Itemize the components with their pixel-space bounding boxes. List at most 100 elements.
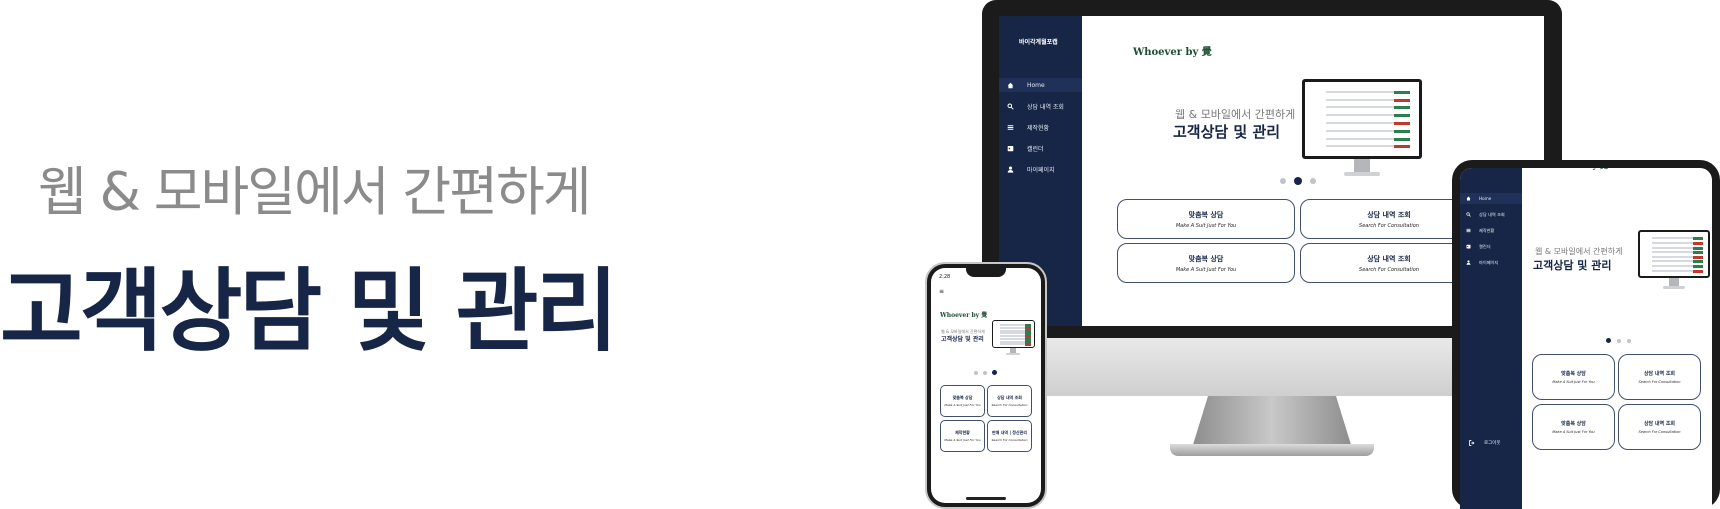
desktop-monitor-stand [1192, 396, 1352, 448]
banner-monitor-illustration [1638, 230, 1710, 296]
mini-status-tag [1393, 137, 1410, 141]
menu-card-title: 맞춤복 상담 [952, 395, 973, 401]
sidebar-item-label: 캘린더 [1027, 145, 1044, 153]
menu-card-subtitle: Make A Suit Just For You [1552, 429, 1595, 434]
logout-label: 로그아웃 [1484, 441, 1501, 446]
phone-notch [966, 268, 1006, 277]
mini-status-tag [1393, 114, 1410, 118]
carousel-dot[interactable] [1280, 178, 1286, 184]
sidebar-item[interactable]: 캘린더 [1460, 241, 1522, 252]
mini-status-tag [1693, 251, 1703, 255]
sidebar-item[interactable]: 상담 내역 조회 [1460, 209, 1522, 220]
mini-status-tag [1693, 260, 1703, 264]
mini-status-tag [1393, 145, 1410, 149]
list-icon [1466, 228, 1471, 233]
mini-status-tag [1393, 106, 1410, 110]
sidebar-item[interactable]: 제작현황 [1460, 225, 1522, 236]
banner-monitor-illustration [992, 320, 1035, 360]
menu-card[interactable]: 맞춤복 상담 Make A Suit Just For You [1532, 404, 1615, 450]
carousel-dot[interactable] [974, 370, 978, 375]
sidebar-item[interactable]: Home [999, 78, 1082, 92]
sidebar-item[interactable]: 마이페이지 [1460, 257, 1522, 268]
user-icon [1007, 166, 1014, 173]
search-icon [1466, 212, 1471, 217]
sidebar-brand: 바이각계월포캡 [1475, 168, 1504, 169]
menu-card[interactable]: 상담 내역 조회 Search For Consultation [1618, 354, 1701, 400]
sidebar-item-label: Home [1479, 196, 1492, 201]
tablet-screen: 바이각계월포캡 Home상담 내역 조회제작현황캘린더마이페이지 로그아웃 Wh… [1460, 168, 1712, 509]
search-icon [1007, 102, 1014, 110]
menu-card[interactable]: 상담 내역 조회 Search For Consultation [987, 385, 1032, 417]
menu-card-title: 제작현황 [955, 430, 970, 436]
sidebar-item-label: 상담 내역 조회 [1027, 103, 1064, 111]
mini-monitor-screen [1638, 230, 1710, 278]
menu-card-title: 맞춤복 상담 [1561, 371, 1586, 378]
banner-subtitle: 웹 & 모바일에서 간편하게 [1535, 247, 1623, 256]
sidebar-item-label: 제작현황 [1027, 124, 1050, 132]
banner-title: 고객상담 및 관리 [1173, 123, 1281, 141]
mini-status-tag [1693, 241, 1703, 245]
mini-status-tag [1393, 98, 1410, 102]
calendar-icon [1466, 244, 1471, 249]
menu-card-subtitle: Search For Consultation [1638, 379, 1681, 384]
sidebar-item[interactable]: 마이페이지 [999, 162, 1082, 176]
menu-card-title: 상담 내역 조회 [1643, 421, 1676, 428]
menu-card-subtitle: Make A Suit Just For You [1552, 379, 1595, 384]
desktop-monitor-base [1170, 444, 1374, 456]
mini-status-tag [1393, 90, 1410, 94]
menu-card[interactable]: 맞춤복 상담 Make A Suit Just For You [1117, 199, 1295, 239]
menu-card-subtitle: Make A Suit Just For You [944, 402, 981, 407]
carousel-dot[interactable] [992, 370, 997, 375]
menu-card-subtitle: Search For Consultation [1638, 429, 1681, 434]
sidebar-item-label: 캘린더 [1479, 243, 1491, 249]
mini-monitor-screen [992, 320, 1035, 348]
calendar-icon [1007, 145, 1014, 152]
mini-status-tag [1693, 246, 1703, 250]
logout-button[interactable]: 로그아웃 [1460, 437, 1522, 449]
phone-screen: 2:28 ≡ Whoever by 覺 웹 & 모바일에서 간편하게 고객상담 … [931, 268, 1041, 503]
carousel-dot[interactable] [1627, 338, 1631, 343]
mini-status-tag [1693, 265, 1703, 268]
sidebar-item[interactable]: Home [1460, 193, 1522, 204]
carousel-dot[interactable] [1294, 177, 1302, 185]
menu-card-subtitle: Search For Consultation [991, 402, 1028, 407]
home-icon [1466, 196, 1471, 201]
sidebar-item[interactable]: 상담 내역 조회 [999, 99, 1082, 113]
menu-card[interactable]: 제작현황 Make A Suit Just For You [940, 420, 985, 452]
menu-card-subtitle: Make A Suit Just For You [1175, 222, 1237, 229]
app-logo[interactable]: Whoever by 覺 [1545, 168, 1608, 171]
menu-card-title: 판매 내역 | 정산관리 [991, 430, 1028, 436]
menu-card-title: 맞춤복 상담 [1561, 421, 1586, 428]
menu-card[interactable]: 맞춤복 상담 Make A Suit Just For You [1532, 354, 1615, 400]
user-icon [1466, 260, 1471, 265]
carousel-dot[interactable] [1606, 338, 1611, 343]
menu-card-subtitle: Make A Suit Just For You [944, 437, 981, 442]
sidebar-item-label: 마이페이지 [1479, 259, 1499, 265]
banner-title: 고객상담 및 관리 [1533, 259, 1612, 272]
carousel-dots [1280, 177, 1316, 185]
menu-card[interactable]: 맞춤복 상담 Make A Suit Just For You [940, 385, 985, 417]
menu-card-subtitle: Search For Consultation [1359, 266, 1419, 273]
menu-card-title: 맞춤복 상담 [1188, 210, 1224, 219]
mini-status-tag [1025, 343, 1031, 347]
carousel-dots [974, 370, 997, 375]
banner-title: 고객상담 및 관리 [941, 336, 984, 343]
mini-monitor-base [1344, 172, 1380, 176]
menu-card[interactable]: 판매 내역 | 정산관리 Search For Consultation [987, 420, 1032, 452]
sidebar-item[interactable]: 캘린더 [999, 141, 1082, 155]
hamburger-menu-icon[interactable]: ≡ [939, 288, 944, 295]
mini-status-tag [1693, 255, 1703, 259]
hero-title: 고객상담 및 관리 [0, 259, 618, 364]
carousel-dots [1606, 338, 1631, 343]
menu-card[interactable]: 맞춤복 상담 Make A Suit Just For You [1117, 243, 1295, 283]
menu-card-title: 상담 내역 조회 [1367, 254, 1411, 263]
app-logo[interactable]: Whoever by 覺 [1133, 43, 1212, 58]
carousel-dot[interactable] [983, 370, 987, 375]
sidebar-item[interactable]: 제작현황 [999, 120, 1082, 134]
carousel-dot[interactable] [1617, 338, 1621, 343]
banner-monitor-illustration [1302, 79, 1422, 189]
carousel-dot[interactable] [1310, 178, 1316, 184]
app-logo[interactable]: Whoever by 覺 [940, 310, 987, 319]
menu-card[interactable]: 상담 내역 조회 Search For Consultation [1618, 404, 1701, 450]
mini-monitor-base [1663, 286, 1685, 289]
